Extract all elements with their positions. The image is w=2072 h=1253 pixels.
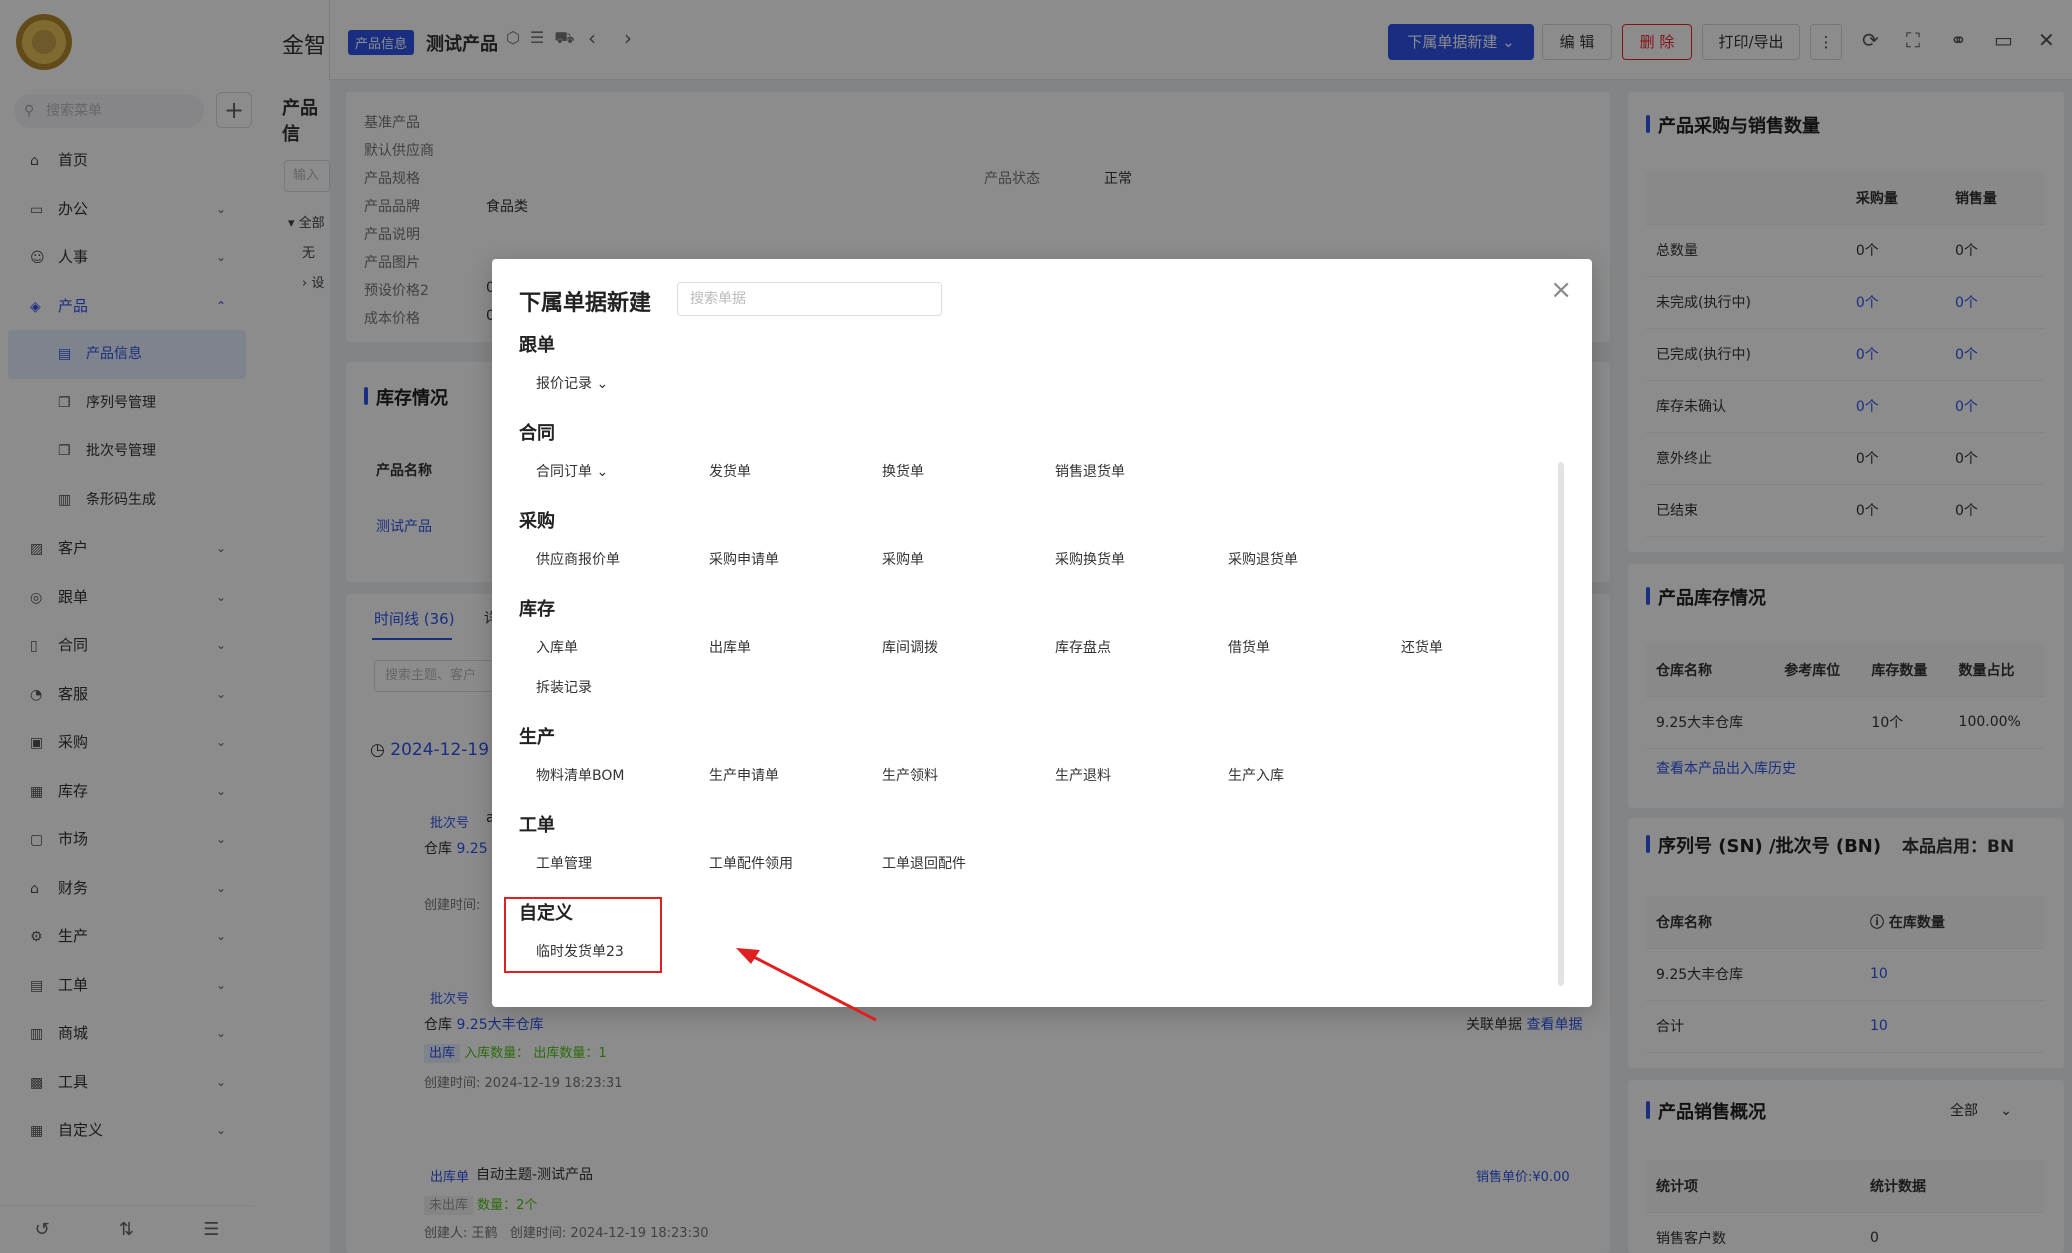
doc-material-return[interactable]: 生产退料 — [1055, 765, 1111, 785]
doc-ticket-parts-return[interactable]: 工单退回配件 — [882, 853, 966, 873]
doc-purchase-order[interactable]: 采购单 — [882, 549, 924, 569]
doc-purchase-request[interactable]: 采购申请单 — [709, 549, 779, 569]
close-icon[interactable]: × — [1550, 275, 1572, 305]
group-title-purchase: 采购 — [519, 511, 555, 532]
doc-ticket-parts-issue[interactable]: 工单配件领用 — [709, 853, 793, 873]
doc-contract-order[interactable]: 合同订单 ⌄ — [536, 461, 608, 481]
group-title-ticket: 工单 — [519, 815, 555, 836]
chevron-down-icon: ⌄ — [596, 464, 609, 480]
doc-purchase-exchange[interactable]: 采购换货单 — [1055, 549, 1125, 569]
group-title-production: 生产 — [519, 727, 555, 748]
doc-exchange-note[interactable]: 换货单 — [882, 461, 924, 481]
new-sub-document-modal: 下属单据新建 × 跟单 报价记录 ⌄ 合同 合同订单 ⌄ 发货单 换货单 销售退… — [492, 259, 1592, 1007]
item-label: 报价记录 — [536, 376, 592, 392]
doc-return-loan[interactable]: 还货单 — [1401, 637, 1443, 657]
doc-loan[interactable]: 借货单 — [1228, 637, 1270, 657]
doc-supplier-quote[interactable]: 供应商报价单 — [536, 549, 620, 569]
annotation-highlight-box — [504, 897, 662, 973]
doc-stock-out[interactable]: 出库单 — [709, 637, 751, 657]
doc-material-issue[interactable]: 生产领料 — [882, 765, 938, 785]
modal-scrollbar[interactable] — [1558, 462, 1564, 986]
group-title-followup: 跟单 — [519, 335, 555, 356]
doc-delivery-note[interactable]: 发货单 — [709, 461, 751, 481]
group-title-contract: 合同 — [519, 423, 555, 444]
doc-transfer[interactable]: 库间调拨 — [882, 637, 938, 657]
modal-title: 下属单据新建 — [519, 291, 652, 316]
document-search-input[interactable] — [677, 282, 942, 316]
doc-bom[interactable]: 物料清单BOM — [536, 765, 624, 785]
doc-production-in[interactable]: 生产入库 — [1228, 765, 1284, 785]
doc-production-request[interactable]: 生产申请单 — [709, 765, 779, 785]
doc-stock-in[interactable]: 入库单 — [536, 637, 578, 657]
doc-stocktake[interactable]: 库存盘点 — [1055, 637, 1111, 657]
doc-sales-return[interactable]: 销售退货单 — [1055, 461, 1125, 481]
item-label: 合同订单 — [536, 464, 592, 480]
doc-ticket-management[interactable]: 工单管理 — [536, 853, 592, 873]
doc-quote-record[interactable]: 报价记录 ⌄ — [536, 373, 608, 393]
doc-purchase-return[interactable]: 采购退货单 — [1228, 549, 1298, 569]
doc-assembly-record[interactable]: 拆装记录 — [536, 677, 592, 697]
chevron-down-icon: ⌄ — [596, 376, 609, 392]
group-title-inventory: 库存 — [519, 599, 555, 620]
